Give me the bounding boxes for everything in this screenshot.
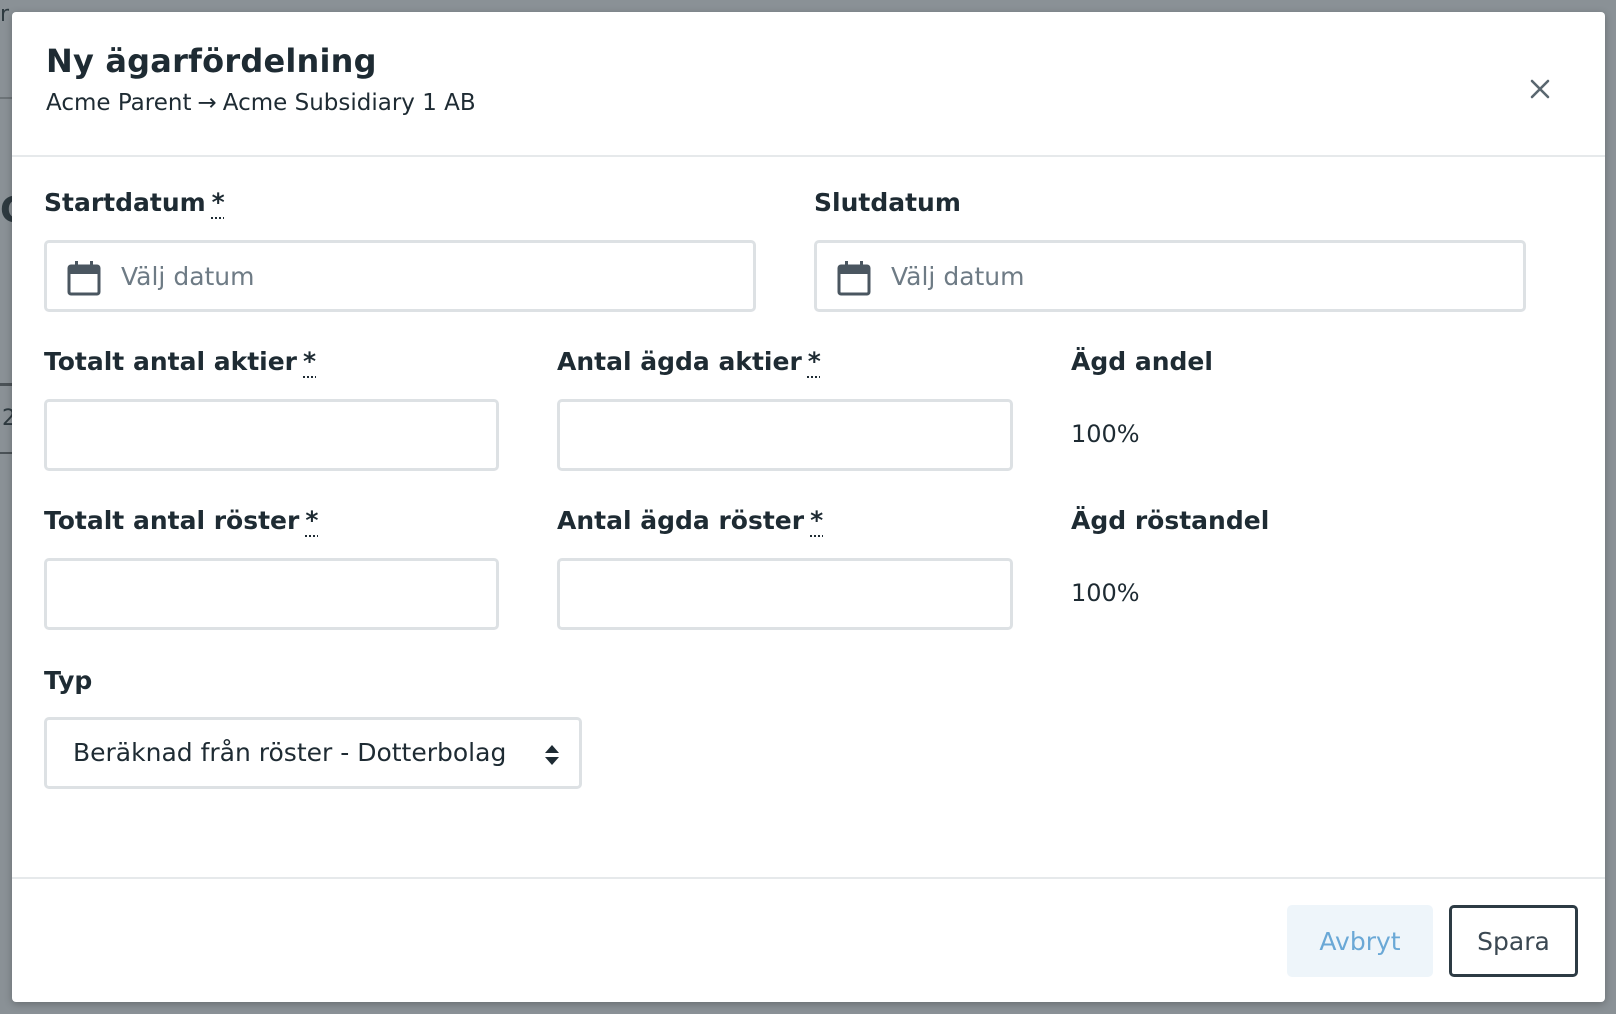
total-votes-field[interactable] — [44, 558, 499, 630]
end-date-field[interactable] — [814, 240, 1526, 312]
owned-shares-label: Antal ägda aktier * — [557, 347, 821, 376]
required-marker: * — [807, 347, 821, 376]
subsidiary-company-name: Acme Subsidiary 1 AB — [222, 90, 476, 116]
required-marker: * — [305, 506, 319, 535]
required-marker: * — [303, 347, 317, 376]
background-divider — [0, 97, 12, 99]
total-shares-field[interactable] — [44, 399, 499, 471]
dialog-title: Ny ägarfördelning — [46, 42, 377, 80]
background-divider — [0, 452, 12, 454]
dialog-header: Ny ägarfördelning Acme Parent → Acme Subsi… — [12, 12, 1605, 157]
required-marker: * — [810, 506, 824, 535]
background-divider — [0, 383, 12, 386]
save-button[interactable]: Spara — [1449, 905, 1578, 977]
ownership-dialog: Ny ägarfördelning Acme Parent → Acme Subsi… — [12, 12, 1605, 1002]
owned-votes-label: Antal ägda röster * — [557, 506, 824, 535]
owned-shares-field[interactable] — [557, 399, 1013, 471]
start-date-label: Startdatum * — [44, 188, 225, 217]
parent-company-name: Acme Parent — [46, 90, 192, 116]
owned-vote-share-value: 100% — [1071, 579, 1140, 607]
dialog-subtitle: Acme Parent → Acme Subsidiary 1 AB — [46, 90, 476, 116]
end-date-label: Slutdatum — [814, 188, 961, 217]
required-marker: * — [211, 188, 225, 217]
dialog-footer-divider — [12, 877, 1605, 879]
cancel-button[interactable]: Avbryt — [1287, 905, 1433, 977]
end-date-input[interactable] — [817, 243, 1523, 309]
total-votes-label: Totalt antal röster * — [44, 506, 319, 535]
owned-share-value: 100% — [1071, 420, 1140, 448]
background-text-fragment: r — [0, 2, 10, 27]
owned-shares-input[interactable] — [560, 402, 1010, 468]
close-button[interactable] — [1523, 72, 1557, 106]
start-date-field[interactable] — [44, 240, 756, 312]
arrow-right-icon: → — [197, 90, 217, 116]
start-date-input[interactable] — [47, 243, 753, 309]
select-arrows-icon — [545, 745, 559, 765]
owned-vote-share-label: Ägd röstandel — [1071, 506, 1270, 535]
type-label: Typ — [44, 666, 93, 695]
close-icon — [1530, 79, 1550, 99]
type-select[interactable]: Beräknad från röster - Dotterbolag — [44, 717, 582, 789]
owned-votes-input[interactable] — [560, 561, 1010, 627]
owned-share-label: Ägd andel — [1071, 347, 1213, 376]
total-shares-input[interactable] — [47, 402, 496, 468]
total-shares-label: Totalt antal aktier * — [44, 347, 317, 376]
total-votes-input[interactable] — [47, 561, 496, 627]
type-select-value: Beräknad från röster - Dotterbolag — [73, 738, 507, 767]
owned-votes-field[interactable] — [557, 558, 1013, 630]
